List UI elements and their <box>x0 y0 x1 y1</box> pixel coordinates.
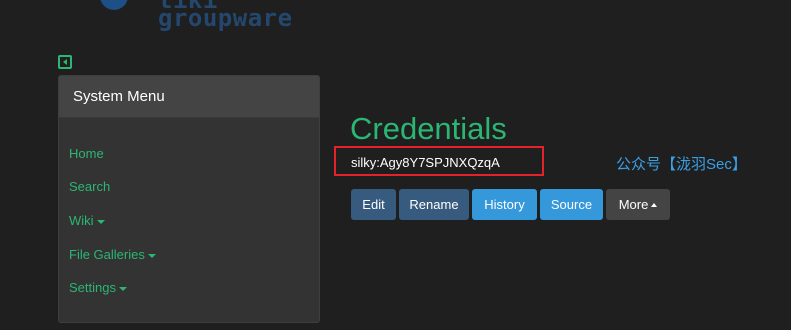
caret-up-icon <box>651 202 658 207</box>
sidebar-item-search[interactable]: Search <box>69 179 110 194</box>
page: tiki groupware System Menu Home Search W… <box>0 0 791 330</box>
edit-button[interactable]: Edit <box>351 189 396 220</box>
page-content-text: silky:Agy8Y7SPJNXQzqA <box>351 155 500 170</box>
site-logo[interactable]: tiki groupware <box>100 0 320 32</box>
sidebar-item-label: Search <box>69 179 111 194</box>
history-button[interactable]: History <box>472 189 537 220</box>
rename-button[interactable]: Rename <box>399 189 469 220</box>
caret-down-icon <box>118 286 127 291</box>
more-button[interactable]: More <box>606 189 670 220</box>
sidebar-item-settings[interactable]: Settings <box>69 280 127 295</box>
collapse-sidebar-button[interactable] <box>58 55 72 69</box>
sidebar-item-home[interactable]: Home <box>69 146 104 161</box>
sidebar-item-label: Settings <box>69 280 116 295</box>
sidebar-item-label: Wiki <box>69 213 94 228</box>
more-button-label: More <box>618 197 649 212</box>
sidebar-item-label: Home <box>69 146 104 161</box>
caret-down-icon <box>147 253 156 258</box>
source-button[interactable]: Source <box>540 189 603 220</box>
page-title: Credentials <box>350 111 507 146</box>
sidebar-item-file-galleries[interactable]: File Galleries <box>69 247 156 262</box>
watermark-text: 公众号【泷羽Sec】 <box>616 156 747 173</box>
system-menu: System Menu Home Search Wiki File Galler… <box>58 75 320 323</box>
sidebar-item-wiki[interactable]: Wiki <box>69 213 105 228</box>
sidebar-item-label: File Galleries <box>69 247 145 262</box>
collapse-left-icon <box>63 59 67 65</box>
caret-down-icon <box>96 219 105 224</box>
logo-mark-icon <box>100 0 128 10</box>
system-menu-heading: System Menu <box>59 76 319 118</box>
logo-text-line2: groupware <box>158 4 293 32</box>
